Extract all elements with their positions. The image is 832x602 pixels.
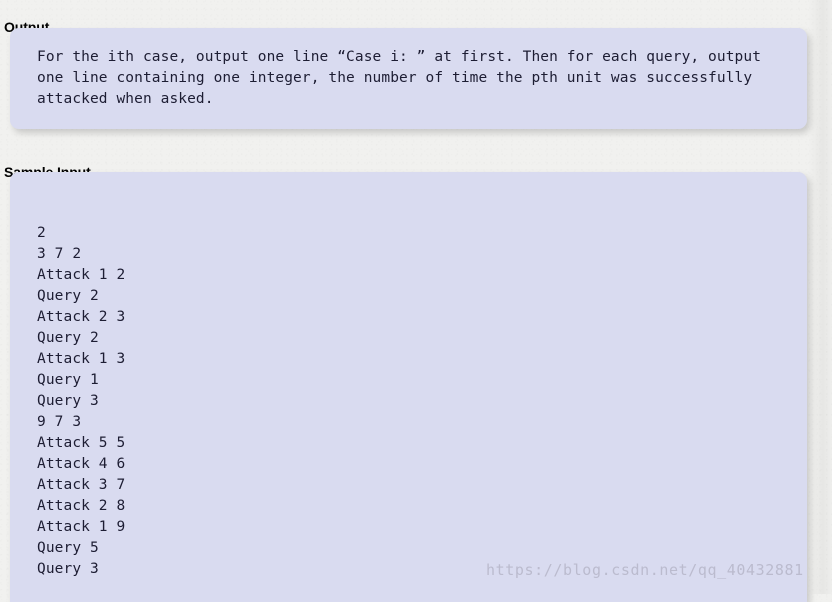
problem-statement-page: Output For the ith case, output one line…: [0, 0, 832, 602]
output-description-panel: For the ith case, output one line “Case …: [10, 28, 807, 129]
sample-input-panel: 2 3 7 2 Attack 1 2 Query 2 Attack 2 3 Qu…: [10, 172, 807, 602]
output-description-text: For the ith case, output one line “Case …: [37, 49, 762, 107]
sample-input-code-block: 2 3 7 2 Attack 1 2 Query 2 Attack 2 3 Qu…: [37, 224, 126, 577]
page-right-edge-shade: [808, 0, 832, 594]
